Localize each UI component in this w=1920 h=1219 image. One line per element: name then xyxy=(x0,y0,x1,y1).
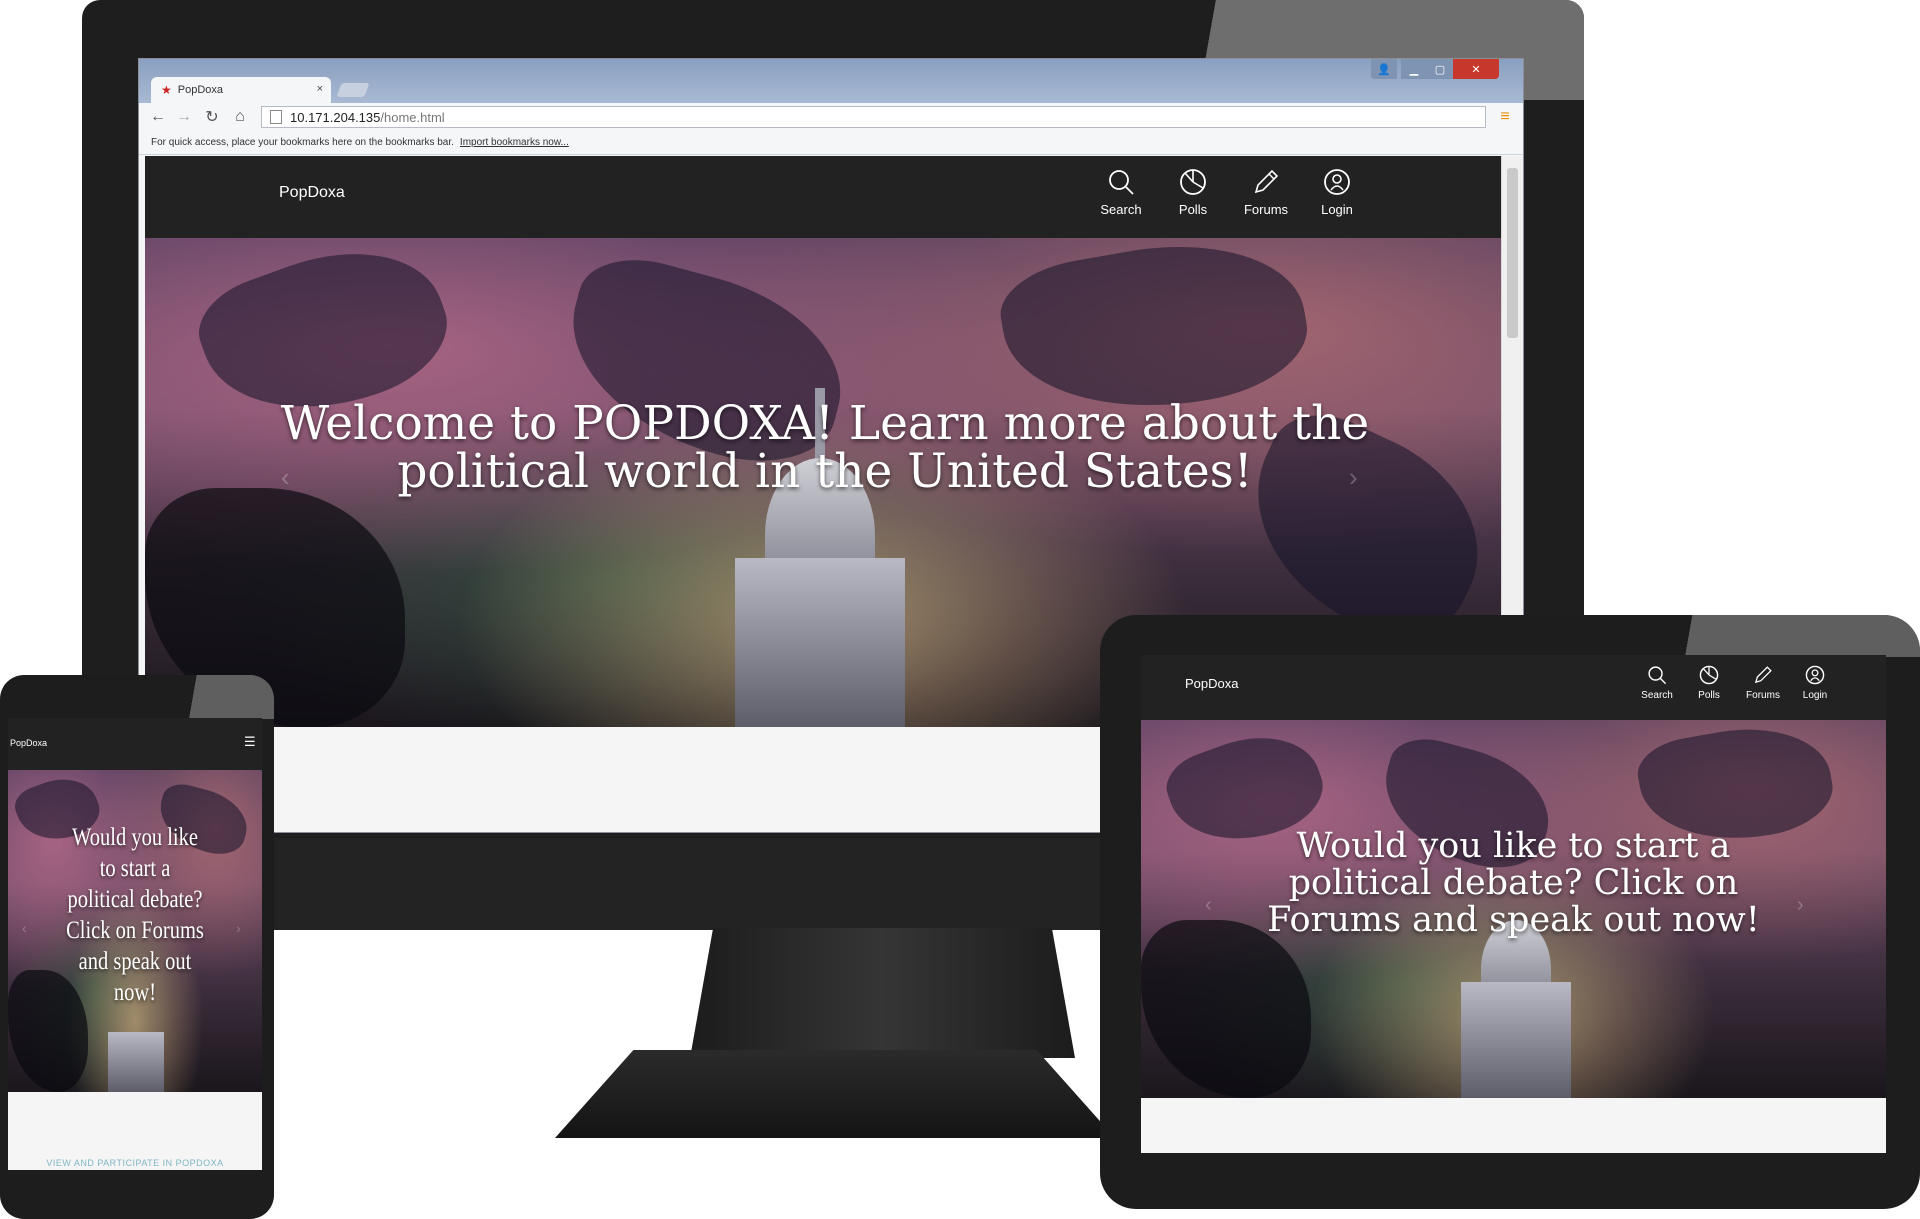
crowd-silhouette xyxy=(1141,920,1311,1098)
url-host: 10.171.204.135 xyxy=(290,109,381,125)
back-arrow-icon[interactable]: ← xyxy=(147,106,169,128)
nav-login[interactable]: Login xyxy=(1309,168,1365,217)
hero-line: Would you like to start a xyxy=(1296,826,1731,866)
bookmarks-bar: For quick access, place your bookmarks h… xyxy=(139,131,1523,155)
hero-carousel: ‹ › Would you like to start a political … xyxy=(1141,720,1886,1098)
browser-menu-icon[interactable]: ≡ xyxy=(1495,106,1515,128)
pencil-icon xyxy=(1254,169,1279,194)
monitor-stand-neck xyxy=(690,928,1075,1058)
carousel-prev-icon[interactable]: ‹ xyxy=(22,920,27,936)
minimize-icon[interactable]: ▁ xyxy=(1401,59,1427,79)
scrollbar-thumb[interactable] xyxy=(1507,168,1518,338)
nav-forums-label: Forums xyxy=(1243,202,1289,217)
hero-line: and speak out xyxy=(78,948,192,975)
phone-page: PopDoxa ☰ ‹ › Would you like to start a … xyxy=(8,718,262,1170)
window-close-icon[interactable]: ✕ xyxy=(1453,59,1499,79)
tab-popdoxa[interactable]: ★ PopDoxa × xyxy=(151,77,331,103)
hero-line: political debate? Click on xyxy=(1288,863,1739,903)
user-icon[interactable]: 👤 xyxy=(1371,59,1397,79)
brand-link[interactable]: PopDoxa xyxy=(279,184,345,202)
nav-login-label: Login xyxy=(1321,202,1353,217)
hero-line: Would you like xyxy=(72,824,198,851)
search-icon xyxy=(1648,666,1667,685)
search-icon xyxy=(1109,170,1134,195)
forward-arrow-icon[interactable]: → xyxy=(173,106,195,128)
nav-polls[interactable]: Polls xyxy=(1687,665,1731,701)
hero-heading: Welcome to POPDOXA! Learn more about the… xyxy=(265,400,1385,496)
site-navbar: PopDoxa Search Polls Forums Login xyxy=(145,156,1501,238)
page-icon xyxy=(270,110,282,124)
hero-line: Click on Forums xyxy=(66,917,204,944)
site-navbar: PopDoxa Search Polls Forums Login xyxy=(1141,655,1886,720)
nav-forums-label: Forums xyxy=(1746,690,1780,701)
bookmarks-hint: For quick access, place your bookmarks h… xyxy=(151,137,454,148)
star-favicon-icon: ★ xyxy=(161,83,172,97)
pie-chart-icon xyxy=(1699,665,1719,685)
url-path: /home.html xyxy=(380,109,445,125)
hero-heading: Would you like to start a political deba… xyxy=(1201,828,1826,939)
nav-search[interactable]: Search xyxy=(1635,665,1679,701)
capitol-building xyxy=(1461,982,1571,1098)
hero-line: Forums and speak out now! xyxy=(1267,900,1760,940)
tablet-page: PopDoxa Search Polls Forums Login ‹ › Wo… xyxy=(1141,655,1886,1153)
user-icon xyxy=(1324,169,1350,195)
monitor-stand-base xyxy=(555,1050,1115,1138)
hero-carousel: ‹ › Would you like to start a political … xyxy=(8,770,262,1092)
brand-link[interactable]: PopDoxa xyxy=(10,738,47,748)
maximize-icon[interactable]: ▢ xyxy=(1427,59,1453,79)
pie-chart-icon xyxy=(1180,169,1206,195)
reload-icon[interactable]: ↻ xyxy=(201,106,223,128)
hero-line: to start a xyxy=(99,855,171,882)
hero-line: political world in the United States! xyxy=(397,444,1253,499)
tab-close-icon[interactable]: × xyxy=(317,83,323,95)
hamburger-menu-icon[interactable]: ☰ xyxy=(244,734,256,750)
user-icon xyxy=(1805,665,1825,685)
address-bar[interactable]: 10.171.204.135/home.html xyxy=(261,106,1486,128)
pencil-icon xyxy=(1754,666,1772,684)
nav-polls-label: Polls xyxy=(1698,690,1720,701)
hero-line: political debate? xyxy=(67,886,203,913)
nav-forums[interactable]: Forums xyxy=(1235,168,1297,217)
nav-polls[interactable]: Polls xyxy=(1163,168,1223,217)
new-tab-button[interactable] xyxy=(336,83,370,97)
tablet-reflection xyxy=(1500,615,1920,657)
capitol-building xyxy=(735,558,905,727)
carousel-next-icon[interactable]: › xyxy=(236,920,241,936)
nav-search-label: Search xyxy=(1100,202,1142,217)
hero-line: Welcome to POPDOXA! Learn more about the xyxy=(280,396,1370,451)
hero-line: now! xyxy=(113,979,157,1006)
nav-login[interactable]: Login xyxy=(1793,665,1837,701)
hero-heading: Would you like to start a political deba… xyxy=(64,822,207,1008)
nav-search[interactable]: Search xyxy=(1091,168,1151,217)
participate-link[interactable]: VIEW AND PARTICIPATE IN POPDOXA xyxy=(8,1158,262,1168)
nav-polls-label: Polls xyxy=(1178,202,1208,217)
capitol-building xyxy=(108,1032,164,1092)
import-bookmarks-link[interactable]: Import bookmarks now... xyxy=(460,137,569,148)
phone-reflection xyxy=(140,675,274,719)
brand-link[interactable]: PopDoxa xyxy=(1185,676,1238,691)
nav-login-label: Login xyxy=(1802,690,1828,701)
nav-search-label: Search xyxy=(1641,690,1673,701)
home-icon[interactable]: ⌂ xyxy=(229,106,251,128)
tab-title: PopDoxa xyxy=(177,84,224,96)
nav-forums[interactable]: Forums xyxy=(1739,665,1787,701)
site-navbar: PopDoxa ☰ xyxy=(8,718,262,770)
